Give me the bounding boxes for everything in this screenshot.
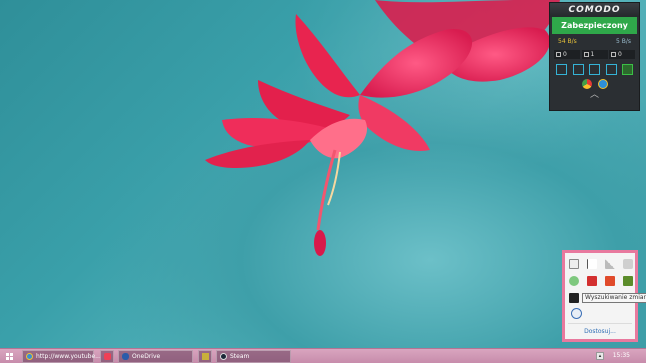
customize-link[interactable]: Dostosuj... bbox=[565, 328, 635, 335]
network-tool-icon[interactable] bbox=[572, 64, 584, 75]
sandbox-count[interactable]: 0 bbox=[554, 50, 580, 59]
quarantine-count[interactable]: 0 bbox=[609, 50, 635, 59]
ie-icon bbox=[26, 353, 33, 360]
signal-bars-icon[interactable] bbox=[605, 259, 615, 269]
action-center-flag-icon[interactable] bbox=[587, 259, 597, 269]
steam-icon bbox=[220, 353, 227, 360]
divider bbox=[568, 323, 632, 324]
scan-tool-icon[interactable] bbox=[605, 64, 617, 75]
onedrive-icon bbox=[122, 353, 129, 360]
taskbar-item-steam[interactable]: Steam bbox=[216, 350, 291, 363]
chrome-icon[interactable] bbox=[581, 79, 592, 89]
pdf-app-icon[interactable] bbox=[605, 276, 615, 286]
quarantine-icon bbox=[611, 52, 616, 57]
volume-icon[interactable] bbox=[623, 259, 633, 269]
taskbar-item-browser[interactable]: http://www.youtube... bbox=[22, 350, 101, 363]
comodo-logo: COMODO bbox=[550, 3, 639, 17]
steam-tray-icon[interactable] bbox=[569, 293, 579, 303]
connections-icon bbox=[583, 52, 589, 57]
pocket-icon bbox=[104, 353, 111, 360]
tasks-tool-icon[interactable] bbox=[589, 64, 600, 75]
taskbar-item-media[interactable] bbox=[198, 350, 212, 363]
comodo-widget: COMODO Zabezpieczony 54 B/s 5 B/s 0 1 0 … bbox=[549, 2, 640, 111]
taskbar-item-onedrive[interactable]: OneDrive bbox=[118, 350, 193, 363]
windows-logo-icon bbox=[6, 353, 13, 360]
onedrive-sync-icon[interactable] bbox=[571, 308, 582, 319]
taskbar-item-pocket[interactable] bbox=[100, 350, 114, 363]
firewall-tool-icon[interactable] bbox=[556, 64, 567, 75]
tooltip: Wyszukiwanie zmian bbox=[582, 293, 646, 303]
red-app-icon[interactable] bbox=[587, 276, 597, 286]
ie-icon[interactable] bbox=[597, 79, 608, 89]
taskbar: http://www.youtube... OneDrive Steam ▴ 1… bbox=[0, 348, 646, 363]
collapse-chevron-icon[interactable]: ︿ bbox=[550, 91, 639, 100]
virtual-desktop-icon[interactable] bbox=[622, 64, 633, 75]
nvidia-icon[interactable] bbox=[623, 276, 633, 286]
start-button[interactable] bbox=[3, 350, 16, 363]
media-player-icon bbox=[202, 353, 209, 360]
shield-icon[interactable] bbox=[569, 276, 579, 286]
security-status-badge[interactable]: Zabezpieczony bbox=[552, 17, 637, 34]
upload-rate: 5 B/s bbox=[616, 38, 631, 45]
connections-count[interactable]: 1 bbox=[581, 50, 608, 59]
sandbox-icon bbox=[556, 52, 561, 57]
clock[interactable]: 15:35 bbox=[613, 352, 630, 359]
network-monitor-icon[interactable] bbox=[569, 259, 579, 269]
download-rate: 54 B/s bbox=[558, 38, 577, 45]
show-hidden-icons-button[interactable]: ▴ bbox=[596, 352, 604, 360]
